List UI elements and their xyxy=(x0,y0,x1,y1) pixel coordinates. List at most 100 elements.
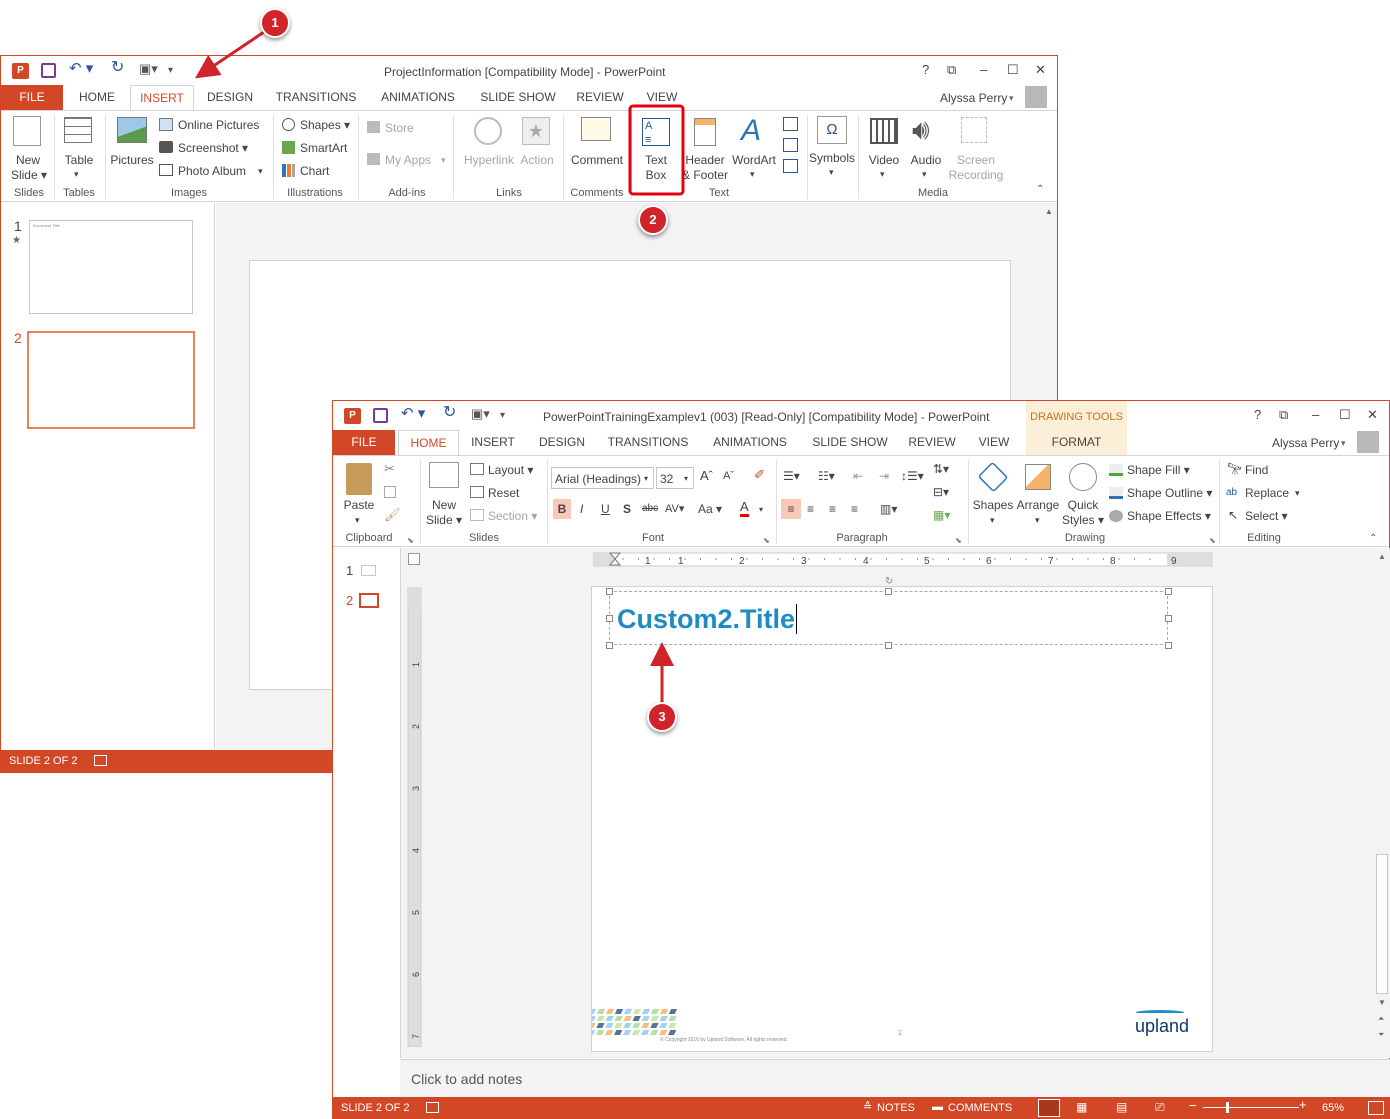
ribbon-display-icon[interactable]: ⧉ xyxy=(1279,407,1288,423)
chart-button[interactable]: Chart xyxy=(300,164,329,178)
tab-slide-show[interactable]: SLIDE SHOW xyxy=(806,430,894,455)
customize-qat-icon[interactable]: ▾ xyxy=(168,64,173,78)
header-footer-button-line1[interactable]: Header xyxy=(681,153,729,167)
undo-icon[interactable]: ↶ ▾ xyxy=(401,406,425,421)
decrease-indent-icon[interactable]: ⇤ xyxy=(853,469,863,483)
resize-handle-top-center[interactable] xyxy=(885,588,892,595)
zoom-level[interactable]: 65% xyxy=(1322,1101,1344,1115)
convert-smartart-icon[interactable]: ▦▾ xyxy=(933,508,950,522)
rotation-handle-icon[interactable]: ↻ xyxy=(885,576,893,587)
tab-slide-show[interactable]: SLIDE SHOW xyxy=(474,85,562,110)
character-spacing-icon[interactable]: AV▾ xyxy=(665,502,684,516)
start-slideshow-icon[interactable]: ▣▾ xyxy=(471,407,490,421)
video-button[interactable]: Video xyxy=(863,153,905,167)
spelling-check-icon[interactable] xyxy=(426,1102,439,1113)
pictures-button[interactable]: Pictures xyxy=(108,153,156,167)
my-apps-button[interactable]: My Apps xyxy=(385,153,431,167)
strikethrough-icon[interactable]: abc xyxy=(642,502,658,516)
copy-icon[interactable] xyxy=(384,486,396,498)
next-slide-icon[interactable]: ⏷ xyxy=(1378,1028,1384,1042)
text-direction-icon[interactable]: ⇅▾ xyxy=(933,462,949,476)
smartart-button[interactable]: SmartArt xyxy=(300,141,347,155)
tab-selector-icon[interactable] xyxy=(408,553,420,565)
shadow-icon[interactable]: S xyxy=(623,502,631,516)
action-button[interactable]: Action xyxy=(516,153,558,167)
table-dropdown-icon[interactable]: ▾ xyxy=(74,167,79,181)
new-slide-button-line2[interactable]: Slide ▾ xyxy=(423,513,465,527)
tab-transitions[interactable]: TRANSITIONS xyxy=(269,85,363,110)
scroll-up-icon[interactable]: ▲ xyxy=(1045,205,1053,219)
redo-icon[interactable]: ↻ xyxy=(443,405,456,421)
shape-effects-button[interactable]: Shape Effects ▾ xyxy=(1127,509,1211,523)
clipboard-launcher-icon[interactable]: ⬊ xyxy=(407,534,414,548)
audio-button[interactable]: Audio xyxy=(905,153,947,167)
save-icon[interactable] xyxy=(41,63,56,78)
zoom-slider-thumb[interactable] xyxy=(1226,1102,1229,1113)
resize-handle-top-right[interactable] xyxy=(1165,588,1172,595)
paste-dropdown-icon[interactable]: ▾ xyxy=(355,513,360,527)
notes-toggle-icon[interactable]: ≙ xyxy=(863,1100,872,1114)
italic-icon[interactable]: I xyxy=(580,502,583,516)
new-slide-button-line2[interactable]: Slide ▾ xyxy=(7,168,51,182)
help-icon[interactable]: ? xyxy=(922,62,929,77)
maximize-icon[interactable]: ☐ xyxy=(1339,407,1351,423)
tab-file[interactable]: FILE xyxy=(1,85,63,110)
comments-toggle[interactable]: COMMENTS xyxy=(948,1101,1012,1115)
slideshow-view-icon[interactable]: ⎚ xyxy=(1155,1100,1165,1114)
notes-pane[interactable]: Click to add notes xyxy=(400,1059,1390,1097)
shapes-button[interactable]: Shapes xyxy=(971,498,1015,512)
maximize-icon[interactable]: ☐ xyxy=(1007,62,1019,78)
shapes-dropdown-icon[interactable]: ▾ xyxy=(990,513,995,527)
notes-toggle[interactable]: NOTES xyxy=(877,1101,915,1115)
new-slide-button-line1[interactable]: New xyxy=(426,498,462,512)
zoom-out-icon[interactable]: − xyxy=(1189,1099,1197,1113)
font-launcher-icon[interactable]: ⬊ xyxy=(763,534,770,548)
slide-canvas[interactable]: ↻ Custom2.Title 2 © Copyright 2016 by Up… xyxy=(591,576,1213,1052)
quick-styles-line2[interactable]: Styles ▾ xyxy=(1059,513,1107,527)
reading-view-icon[interactable]: ▤ xyxy=(1116,1100,1127,1114)
photo-album-dropdown-icon[interactable]: ▾ xyxy=(258,164,263,178)
customize-qat-icon[interactable]: ▾ xyxy=(500,409,505,423)
user-menu-chevron-icon[interactable]: ▾ xyxy=(1009,91,1014,105)
tab-transitions[interactable]: TRANSITIONS xyxy=(601,430,695,455)
tab-file[interactable]: FILE xyxy=(333,430,395,455)
tab-review[interactable]: REVIEW xyxy=(903,430,961,455)
symbols-button[interactable]: Symbols xyxy=(807,151,857,165)
screen-recording-button-line1[interactable]: Screen xyxy=(947,153,1005,167)
slide-thumbnail-1[interactable]: Document Title xyxy=(29,220,193,314)
section-button[interactable]: Section ▾ xyxy=(488,509,537,523)
save-icon[interactable] xyxy=(373,408,388,423)
comment-button[interactable]: Comment xyxy=(567,153,627,167)
bold-icon[interactable]: B xyxy=(553,499,571,519)
audio-dropdown-icon[interactable]: ▾ xyxy=(922,167,927,181)
font-name-box[interactable]: Arial (Headings) ▾ xyxy=(551,467,654,489)
photo-album-button[interactable]: Photo Album xyxy=(178,164,246,178)
text-box-button-line2[interactable]: Box xyxy=(636,168,676,182)
slide-thumbnail-1[interactable] xyxy=(361,565,376,576)
redo-icon[interactable]: ↻ xyxy=(111,60,124,76)
start-slideshow-icon[interactable]: ▣▾ xyxy=(139,62,158,76)
increase-indent-icon[interactable]: ⇥ xyxy=(879,469,889,483)
resize-handle-bottom-left[interactable] xyxy=(606,642,613,649)
change-case-icon[interactable]: Aa ▾ xyxy=(698,502,722,516)
close-icon[interactable]: ✕ xyxy=(1367,407,1378,423)
paragraph-launcher-icon[interactable]: ⬊ xyxy=(955,534,962,548)
video-dropdown-icon[interactable]: ▾ xyxy=(880,167,885,181)
tab-home[interactable]: HOME xyxy=(398,430,459,455)
undo-icon[interactable]: ↶ ▾ xyxy=(69,61,93,76)
wordart-dropdown-icon[interactable]: ▾ xyxy=(750,167,755,181)
title-placeholder[interactable]: ↻ Custom2.Title xyxy=(606,576,1172,649)
layout-button[interactable]: Layout ▾ xyxy=(488,463,533,477)
text-box-button-line1[interactable]: Text xyxy=(636,153,676,167)
slide-title-text[interactable]: Custom2.Title xyxy=(617,604,798,634)
minimize-icon[interactable]: – xyxy=(1312,407,1319,422)
arrange-button[interactable]: Arrange xyxy=(1014,498,1062,512)
resize-handle-mid-left[interactable] xyxy=(606,615,613,622)
align-right-icon[interactable]: ≡ xyxy=(829,502,836,516)
numbering-icon[interactable]: ☷▾ xyxy=(818,469,835,483)
table-button[interactable]: Table xyxy=(59,153,99,167)
wordart-button[interactable]: WordArt xyxy=(729,153,779,167)
resize-handle-mid-right[interactable] xyxy=(1165,615,1172,622)
store-button[interactable]: Store xyxy=(385,121,414,135)
ribbon-display-icon[interactable]: ⧉ xyxy=(947,62,956,78)
